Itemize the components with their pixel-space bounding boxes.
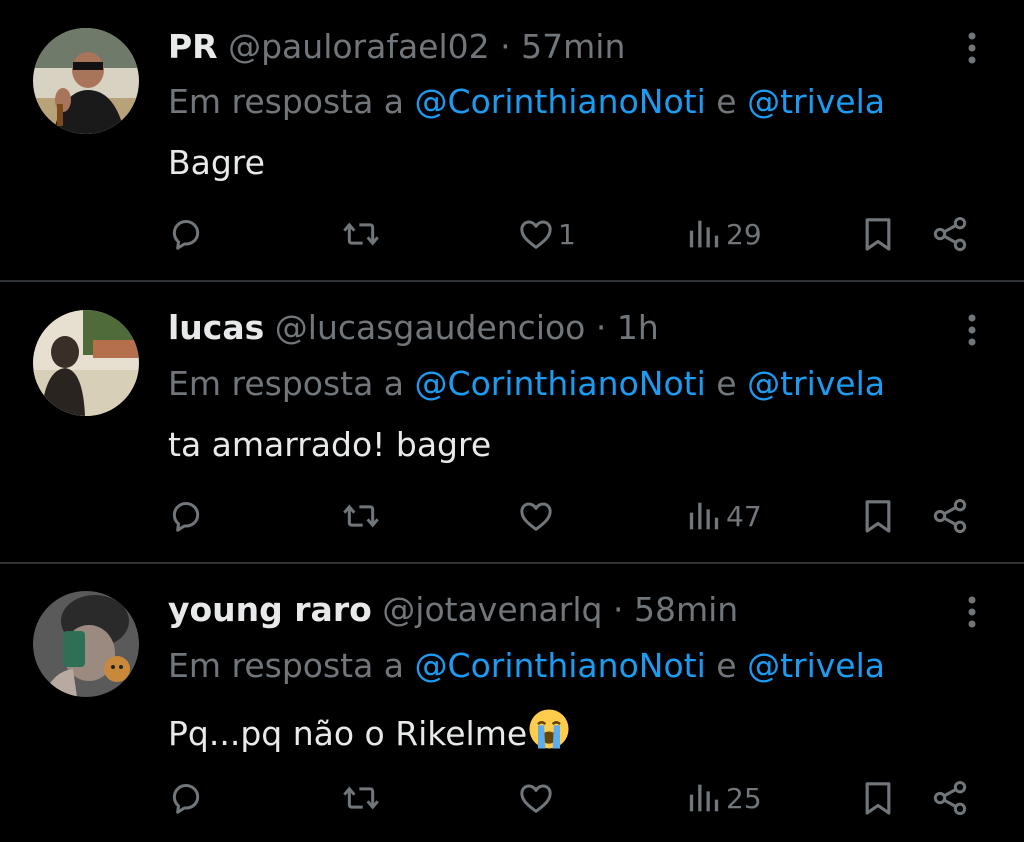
timestamp[interactable]: 1h <box>617 308 659 347</box>
retweet-icon <box>343 504 379 528</box>
share-icon <box>933 781 967 815</box>
tweet-text: ta amarrado! bagre <box>168 425 492 464</box>
retweet-button[interactable] <box>340 494 382 538</box>
bookmark-icon <box>865 500 891 533</box>
share-icon <box>933 217 967 251</box>
more-options-button[interactable] <box>958 28 986 68</box>
reply-context: Em resposta a @CorinthianoNoti e @trivel… <box>168 364 885 404</box>
tweet[interactable]: lucas @lucasgaudencioo · 1h Em resposta … <box>0 282 1024 562</box>
tweet-header: PR @paulorafael02 · 57min <box>168 27 625 67</box>
user-handle[interactable]: @jotavenarlq <box>382 590 602 629</box>
reply-button[interactable] <box>166 776 206 820</box>
heart-icon <box>520 784 552 813</box>
views-icon <box>689 502 719 530</box>
more-icon <box>968 596 976 628</box>
retweet-icon <box>343 786 379 810</box>
share-button[interactable] <box>930 776 970 820</box>
share-icon <box>933 499 967 533</box>
reply-button[interactable] <box>166 494 206 538</box>
loudly-crying-face-icon <box>529 709 569 749</box>
mention-link[interactable]: @CorinthianoNoti <box>415 646 706 685</box>
reply-prefix: Em resposta a <box>168 646 405 685</box>
bookmark-button[interactable] <box>858 494 898 538</box>
views-button[interactable]: 47 <box>684 494 762 538</box>
mention-link[interactable]: @trivela <box>747 646 885 685</box>
mention-link[interactable]: @CorinthianoNoti <box>415 364 706 403</box>
more-icon <box>968 314 976 346</box>
views-icon <box>689 784 719 812</box>
reply-conjunction: e <box>716 82 737 121</box>
tweet[interactable]: PR @paulorafael02 · 57min Em resposta a … <box>0 0 1024 280</box>
mention-link[interactable]: @trivela <box>747 364 885 403</box>
views-count: 25 <box>726 781 762 815</box>
retweet-icon <box>343 222 379 246</box>
reply-context: Em resposta a @CorinthianoNoti e @trivel… <box>168 82 885 122</box>
separator-dot: · <box>595 308 607 347</box>
separator-dot: · <box>500 27 511 66</box>
like-button[interactable] <box>516 776 558 820</box>
avatar[interactable] <box>33 28 139 134</box>
display-name[interactable]: young raro <box>168 590 372 629</box>
views-button[interactable]: 29 <box>684 212 762 256</box>
mention-link[interactable]: @CorinthianoNoti <box>415 82 706 121</box>
heart-icon <box>520 502 552 531</box>
bookmark-icon <box>865 218 891 251</box>
avatar[interactable] <box>33 591 139 697</box>
display-name[interactable]: lucas <box>168 308 264 347</box>
more-options-button[interactable] <box>958 592 986 632</box>
share-button[interactable] <box>930 494 970 538</box>
user-handle[interactable]: @lucasgaudencioo <box>275 308 586 347</box>
tweet-text: Pq...pq não o Rikelme <box>168 714 528 753</box>
like-button[interactable]: 1 <box>516 212 576 256</box>
reply-conjunction: e <box>716 646 737 685</box>
reply-context: Em resposta a @CorinthianoNoti e @trivel… <box>168 646 885 686</box>
bookmark-icon <box>865 782 891 815</box>
tweet-text-row: Pq...pq não o Rikelme <box>168 707 571 754</box>
reply-icon <box>172 502 200 532</box>
share-button[interactable] <box>930 212 970 256</box>
separator-dot: · <box>612 590 624 629</box>
reply-prefix: Em resposta a <box>168 82 405 121</box>
user-handle[interactable]: @paulorafael02 <box>228 27 490 66</box>
bookmark-button[interactable] <box>858 776 898 820</box>
timestamp[interactable]: 58min <box>634 590 738 629</box>
retweet-button[interactable] <box>340 776 382 820</box>
retweet-button[interactable] <box>340 212 382 256</box>
heart-icon <box>520 220 552 249</box>
mention-link[interactable]: @trivela <box>747 82 885 121</box>
reply-icon <box>172 784 200 814</box>
reply-button[interactable] <box>166 212 206 256</box>
tweet-header: lucas @lucasgaudencioo · 1h <box>168 308 659 348</box>
display-name[interactable]: PR <box>168 27 218 66</box>
avatar[interactable] <box>33 310 139 416</box>
tweet[interactable]: young raro @jotavenarlq · 58min Em respo… <box>0 564 1024 842</box>
views-icon <box>689 220 719 248</box>
bookmark-button[interactable] <box>858 212 898 256</box>
like-button[interactable] <box>516 494 558 538</box>
reply-icon <box>172 220 200 250</box>
tweet-text: Bagre <box>168 143 265 182</box>
views-count: 29 <box>726 217 762 251</box>
more-icon <box>968 32 976 64</box>
like-count: 1 <box>558 217 576 251</box>
reply-prefix: Em resposta a <box>168 364 405 403</box>
timestamp[interactable]: 57min <box>521 27 625 66</box>
tweet-header: young raro @jotavenarlq · 58min <box>168 590 738 630</box>
more-options-button[interactable] <box>958 310 986 350</box>
views-button[interactable]: 25 <box>684 776 762 820</box>
reply-conjunction: e <box>716 364 737 403</box>
views-count: 47 <box>726 499 762 533</box>
